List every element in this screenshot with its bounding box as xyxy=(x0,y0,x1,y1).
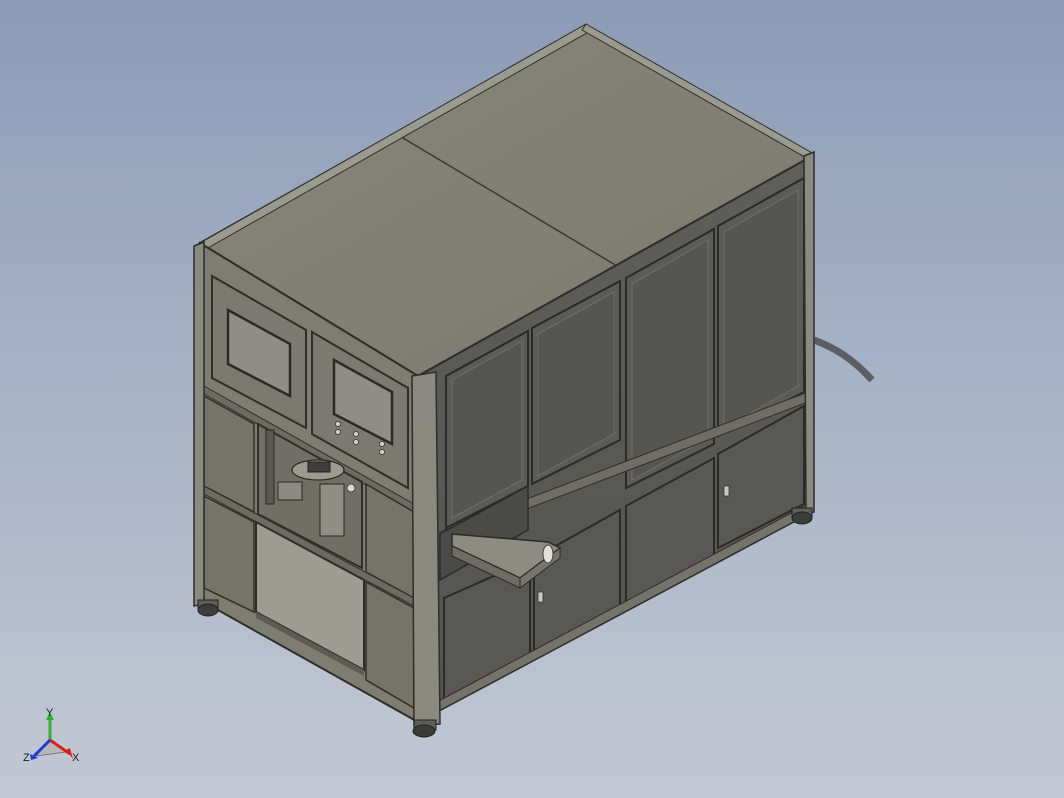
control-button xyxy=(352,430,359,437)
door-lock-1 xyxy=(537,591,544,603)
corner-post-front-left xyxy=(193,240,205,607)
machine-model[interactable] xyxy=(193,23,815,738)
y-axis-label: Y xyxy=(46,707,54,719)
control-button xyxy=(352,438,359,445)
z-axis-label: Z xyxy=(23,752,30,764)
caster-front-left xyxy=(197,599,219,617)
orientation-triad[interactable]: Y X Z xyxy=(23,707,80,764)
power-cable xyxy=(812,336,875,383)
control-button xyxy=(378,448,385,455)
x-axis-label: X xyxy=(72,752,80,764)
corner-post-back-right xyxy=(803,150,815,515)
corner-post-front-right xyxy=(411,371,441,727)
control-button xyxy=(378,440,385,447)
caster-front-right xyxy=(412,719,437,738)
control-button xyxy=(334,428,341,435)
cad-viewport[interactable]: Y X Z xyxy=(0,0,1064,798)
side-door-4-inner xyxy=(723,189,799,429)
caster-back-right xyxy=(791,507,813,525)
control-button xyxy=(334,420,341,427)
door-lock-2 xyxy=(723,485,730,497)
